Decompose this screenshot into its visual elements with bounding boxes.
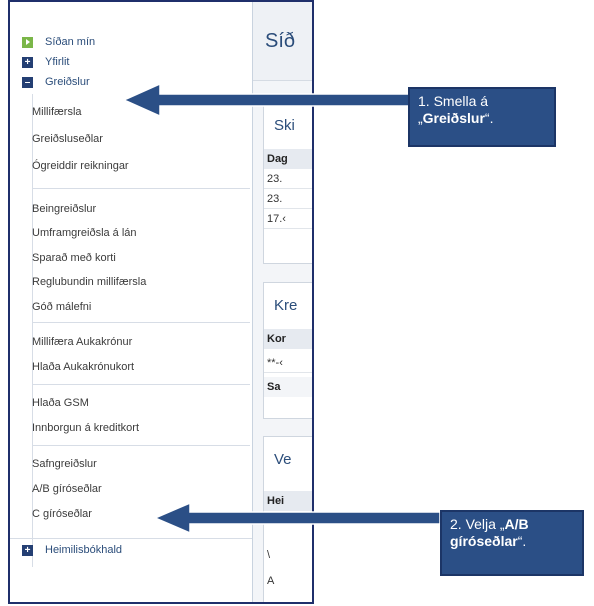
callout-text-suffix: “. [484, 110, 494, 126]
callout-step-2: 2. Velja „A/B gíróseðlar“. [440, 510, 584, 576]
callout-text-prefix: 2. Velja „ [450, 516, 505, 532]
callout-text-bold: Greiðslur [422, 110, 485, 126]
arrow-1 [122, 82, 411, 118]
callout-text-suffix: “. [517, 533, 527, 549]
arrow-2 [153, 501, 441, 535]
callout-step-1: 1. Smella á „Greiðslur“. [408, 87, 556, 147]
